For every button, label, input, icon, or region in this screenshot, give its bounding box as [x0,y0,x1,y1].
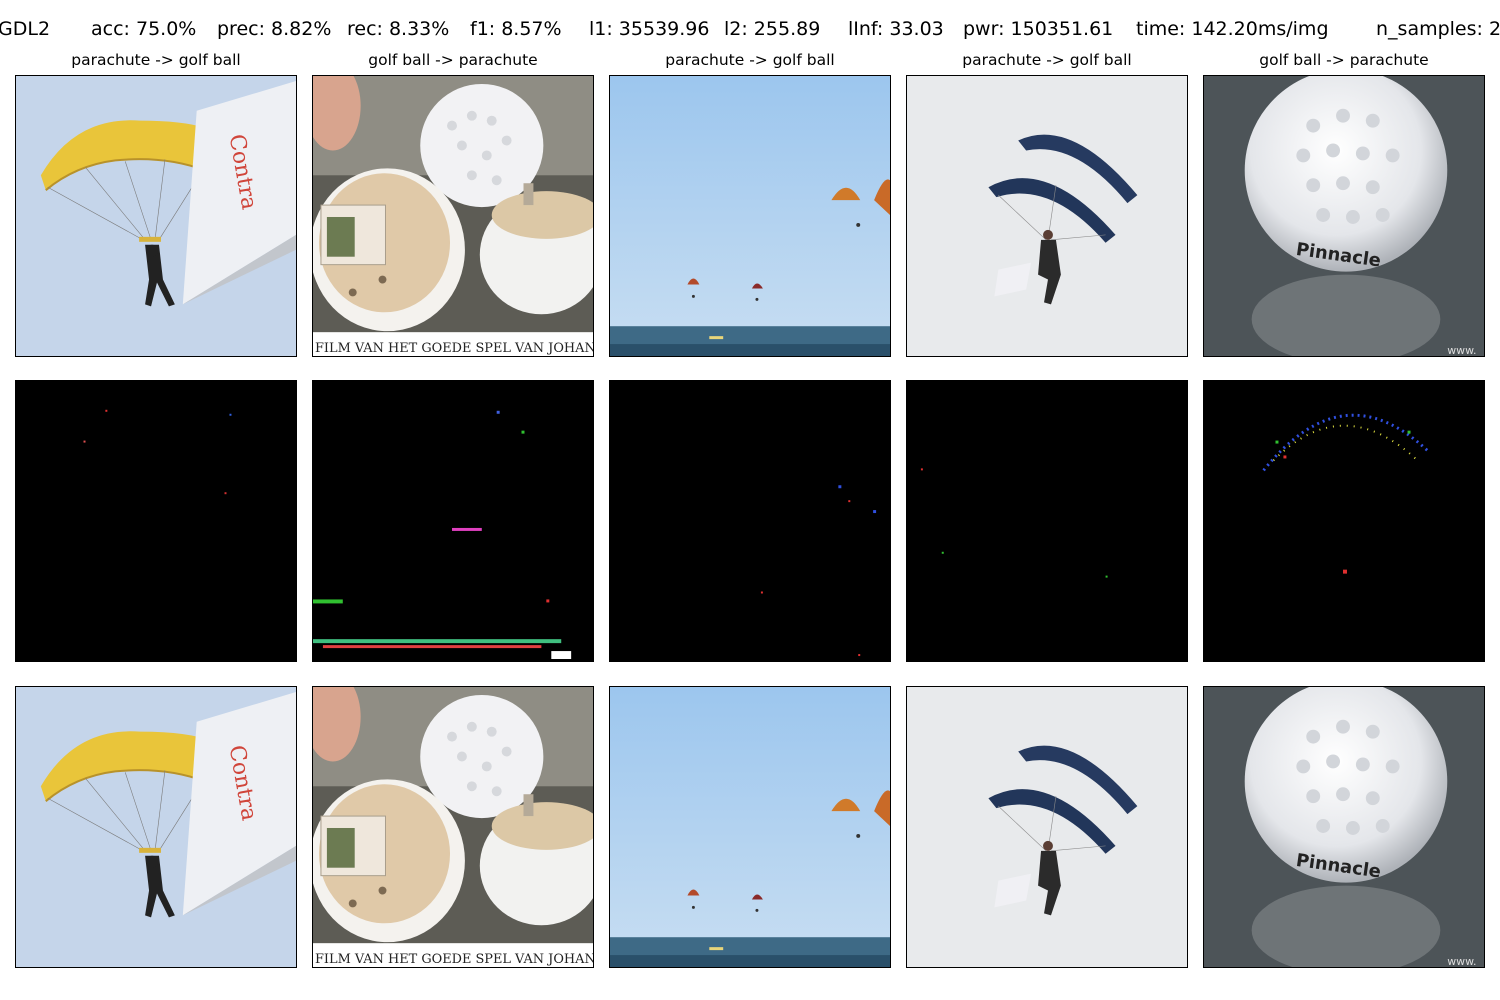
column-title: golf ball -> parachute [368,51,538,69]
pinnacle-golf-ball-scene: Pinnacle www. [1204,76,1484,356]
golf-ball-halves-scene: FILM VAN HET GOEDE SPEL VAN JOHAN: [313,687,593,967]
perturbation-noise [1204,381,1484,661]
power-metric: pwr: 150351.61 [963,18,1114,40]
yellow-parachute-scene: Contra [16,687,296,967]
column-title: golf ball -> parachute [1259,51,1429,69]
n-samples-metric: n_samples: 2 [1376,18,1500,40]
tandem-skydivers-scene [907,687,1187,967]
pinnacle-golf-ball-scene: Pinnacle www. [1204,687,1484,967]
precision-metric: prec: 8.82% [217,18,332,40]
adversarial-image-parachute: Contra [15,686,297,968]
original-image-pinnacle-ball: Pinnacle www. [1203,75,1485,357]
method-label: GDL2 [0,18,51,40]
perturbation-map-4 [906,380,1188,662]
original-image-parachute: Contra [15,75,297,357]
perturbation-map-1 [15,380,297,662]
yellow-parachute-scene: Contra [16,76,296,356]
f1-metric: f1: 8.57% [470,18,562,40]
perturbation-noise [907,381,1187,661]
l1-metric: l1: 35539.96 [589,18,710,40]
perturbation-map-2 [312,380,594,662]
column-title: parachute -> golf ball [665,51,835,69]
tandem-skydivers-scene [907,76,1187,356]
metrics-header: GDL2 acc: 75.0% prec: 8.82% rec: 8.33% f… [0,16,1500,42]
l2-metric: l2: 255.89 [724,18,821,40]
perturbation-noise [610,381,890,661]
original-image-skydivers [906,75,1188,357]
adversarial-image-paragliders [609,686,891,968]
original-image-golf-ball: FILM VAN HET GOEDE SPEL VAN JOHAN: [312,75,594,357]
recall-metric: rec: 8.33% [347,18,450,40]
adversarial-image-skydivers [906,686,1188,968]
time-metric: time: 142.20ms/img [1136,18,1329,40]
watermark-text: www. [1447,344,1476,356]
watermark-text: www. [1447,955,1476,967]
golf-ball-halves-scene: FILM VAN HET GOEDE SPEL VAN JOHAN: [313,76,593,356]
linf-metric: lInf: 33.03 [848,18,944,40]
perturbation-map-3 [609,380,891,662]
dutch-caption: FILM VAN HET GOEDE SPEL VAN JOHAN: [315,341,593,356]
perturbation-noise [16,381,296,661]
column-title: parachute -> golf ball [962,51,1132,69]
perturbation-noise [313,381,593,661]
adversarial-image-pinnacle-ball: Pinnacle www. [1203,686,1485,968]
dutch-caption: FILM VAN HET GOEDE SPEL VAN JOHAN: [315,952,593,967]
column-title: parachute -> golf ball [71,51,241,69]
paragliders-over-sea-scene [610,76,890,356]
paragliders-over-sea-scene [610,687,890,967]
accuracy-metric: acc: 75.0% [91,18,197,40]
adversarial-image-golf-ball: FILM VAN HET GOEDE SPEL VAN JOHAN: [312,686,594,968]
original-image-paragliders [609,75,891,357]
perturbation-map-5 [1203,380,1485,662]
